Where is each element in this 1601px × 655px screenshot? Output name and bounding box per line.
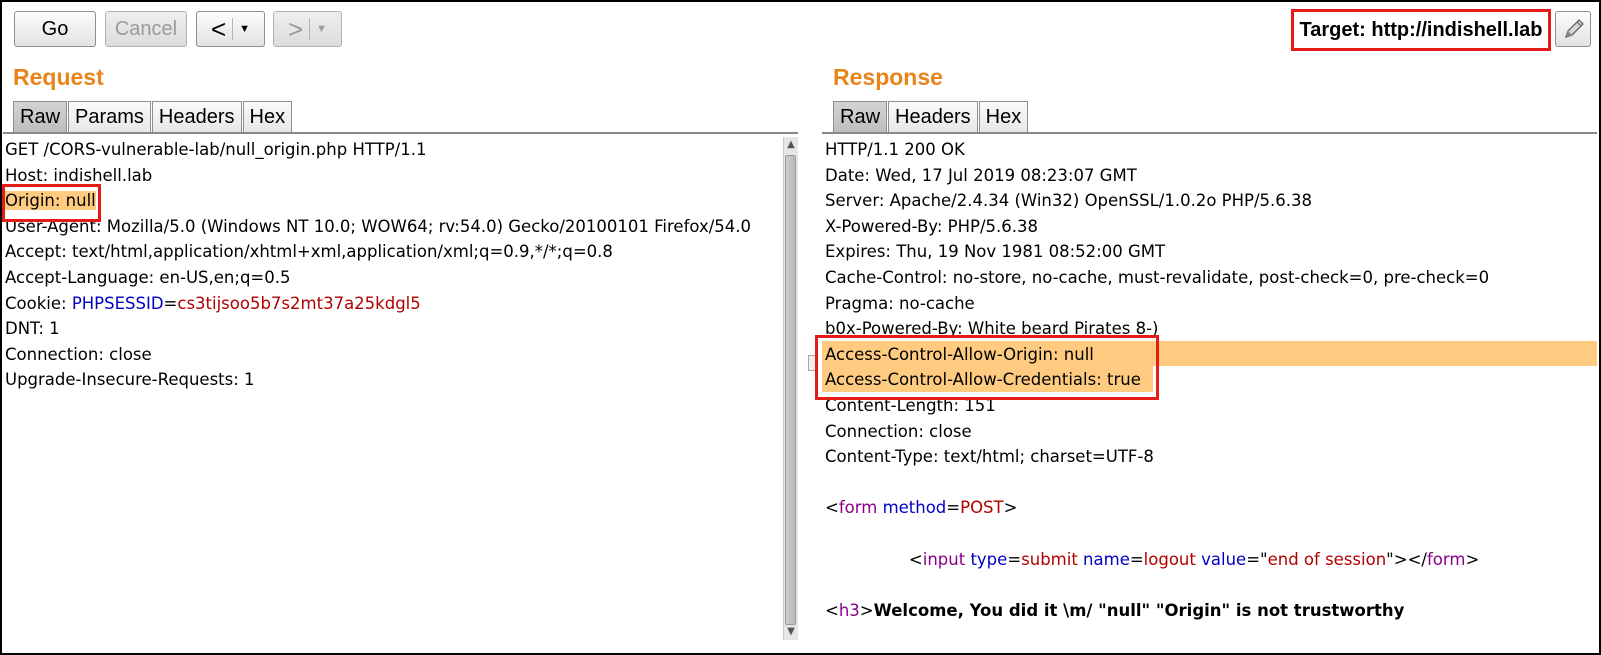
back-button[interactable]: < ▼ — [196, 11, 265, 47]
html-attr: name — [1083, 549, 1130, 569]
response-line: Pragma: no-cache — [825, 293, 975, 313]
response-line: Content-Type: text/html; charset=UTF-8 — [825, 447, 1154, 467]
html-attr: type — [970, 549, 1008, 569]
html-tag: input — [922, 549, 966, 569]
response-line: Expires: Thu, 19 Nov 1981 08:52:00 GMT — [825, 242, 1166, 262]
request-cookie-line: Cookie: PHPSESSID=cs3tijsoo5b7s2mt37a25k… — [5, 291, 751, 317]
html-tag: h3 — [838, 600, 860, 620]
target-label: Target: http://indishell.lab — [1291, 9, 1551, 51]
go-button-label: Go — [41, 17, 69, 40]
html-value: logout — [1143, 549, 1196, 569]
response-h3-line: <h3>Welcome, You did it \m/ "null" "Orig… — [825, 598, 1489, 624]
request-scrollbar[interactable]: ▲ ▼ — [783, 137, 798, 640]
request-tab-params[interactable]: Params — [68, 101, 151, 133]
response-tab-headers[interactable]: Headers — [888, 101, 978, 133]
html-tag: form — [1426, 549, 1466, 569]
pencil-icon — [1564, 19, 1584, 39]
html-value: end of session — [1267, 549, 1387, 569]
cookie-label: Cookie: — [5, 293, 72, 313]
response-line: Date: Wed, 17 Jul 2019 08:23:07 GMT — [825, 165, 1137, 185]
response-line: Cache-Control: no-store, no-cache, must-… — [825, 267, 1490, 287]
cancel-button-label: Cancel — [114, 17, 178, 40]
edit-target-button[interactable] — [1555, 11, 1591, 47]
tag-bracket: < — [825, 498, 839, 518]
request-line: Upgrade-Insecure-Requests: 1 — [5, 370, 255, 390]
tag-bracket: < — [825, 600, 839, 620]
request-line: Origin: null — [5, 188, 751, 214]
cookie-eq: = — [163, 293, 178, 313]
response-tabs: Raw Headers Hex — [833, 101, 1029, 133]
forward-arrow-icon: > — [287, 14, 304, 44]
html-value: POST — [960, 498, 1004, 518]
request-line: DNT: 1 — [5, 319, 60, 339]
request-tab-headers[interactable]: Headers — [151, 101, 242, 133]
request-tabs: Raw Params Headers Hex — [13, 101, 293, 133]
html-attr: method — [882, 498, 947, 518]
request-line: Accept-Language: en-US,en;q=0.5 — [5, 267, 291, 287]
response-tab-raw[interactable]: Raw — [833, 101, 888, 133]
tag-bracket: > — [1003, 498, 1018, 518]
request-line: Connection: close — [5, 344, 152, 364]
request-line: Accept: text/html,application/xhtml+xml,… — [5, 242, 613, 262]
response-tab-hex[interactable]: Hex — [978, 101, 1029, 133]
response-line: Connection: close — [825, 421, 972, 441]
tag-bracket: > — [1465, 549, 1480, 569]
acao-annotation-box — [815, 335, 1159, 400]
tag-bracket: "></ — [1386, 549, 1427, 569]
forward-button[interactable]: > ▼ — [273, 11, 342, 47]
response-blank-line — [825, 572, 1489, 598]
forward-dropdown-icon[interactable]: ▼ — [316, 23, 327, 35]
cancel-button[interactable]: Cancel — [105, 11, 187, 47]
response-tab-underline — [822, 132, 1597, 134]
scroll-thumb[interactable] — [785, 155, 796, 625]
button-separator — [232, 18, 234, 40]
scroll-down-icon[interactable]: ▼ — [784, 624, 798, 640]
html-value: submit — [1021, 549, 1078, 569]
html-attr: value — [1201, 549, 1247, 569]
go-button[interactable]: Go — [14, 11, 96, 47]
back-arrow-icon: < — [210, 14, 227, 44]
request-tab-raw[interactable]: Raw — [13, 101, 68, 133]
html-eq: = — [946, 498, 961, 518]
tag-bracket: > — [859, 600, 874, 620]
scroll-up-icon[interactable]: ▲ — [784, 137, 798, 153]
response-form-line: <form method=POST> — [825, 495, 1489, 521]
cookie-value: cs3tijsoo5b7s2mt37a25kdgl5 — [177, 293, 421, 313]
tag-bracket: < — [908, 549, 923, 569]
button-separator — [309, 18, 311, 40]
back-dropdown-icon[interactable]: ▼ — [239, 23, 250, 35]
response-input-line: <input type=submit name=logout value="en… — [908, 549, 1480, 569]
response-line: X-Powered-By: PHP/5.6.38 — [825, 216, 1038, 236]
response-line: Server: Apache/2.4.34 (Win32) OpenSSL/1.… — [825, 191, 1313, 211]
cookie-name: PHPSESSID — [71, 293, 164, 313]
h3-text: Welcome, You did it \m/ "null" "Origin" … — [873, 600, 1405, 620]
response-blank-line — [825, 521, 1489, 547]
request-line: GET /CORS-vulnerable-lab/null_origin.php… — [5, 140, 427, 159]
html-tag: form — [838, 498, 878, 518]
origin-annotation-box — [2, 184, 101, 222]
response-blank-line — [825, 470, 1489, 496]
response-line: HTTP/1.1 200 OK — [825, 140, 965, 159]
request-line: Host: indishell.lab — [5, 165, 153, 185]
request-title: Request — [13, 64, 104, 90]
request-line: User-Agent: Mozilla/5.0 (Windows NT 10.0… — [5, 216, 752, 236]
request-editor[interactable]: GET /CORS-vulnerable-lab/null_origin.php… — [5, 137, 751, 393]
html-quote: " — [1260, 549, 1268, 569]
request-tab-hex[interactable]: Hex — [242, 101, 293, 133]
response-title: Response — [833, 64, 943, 90]
target-text: Target: http://indishell.lab — [1299, 18, 1543, 41]
request-tab-underline — [3, 132, 798, 134]
